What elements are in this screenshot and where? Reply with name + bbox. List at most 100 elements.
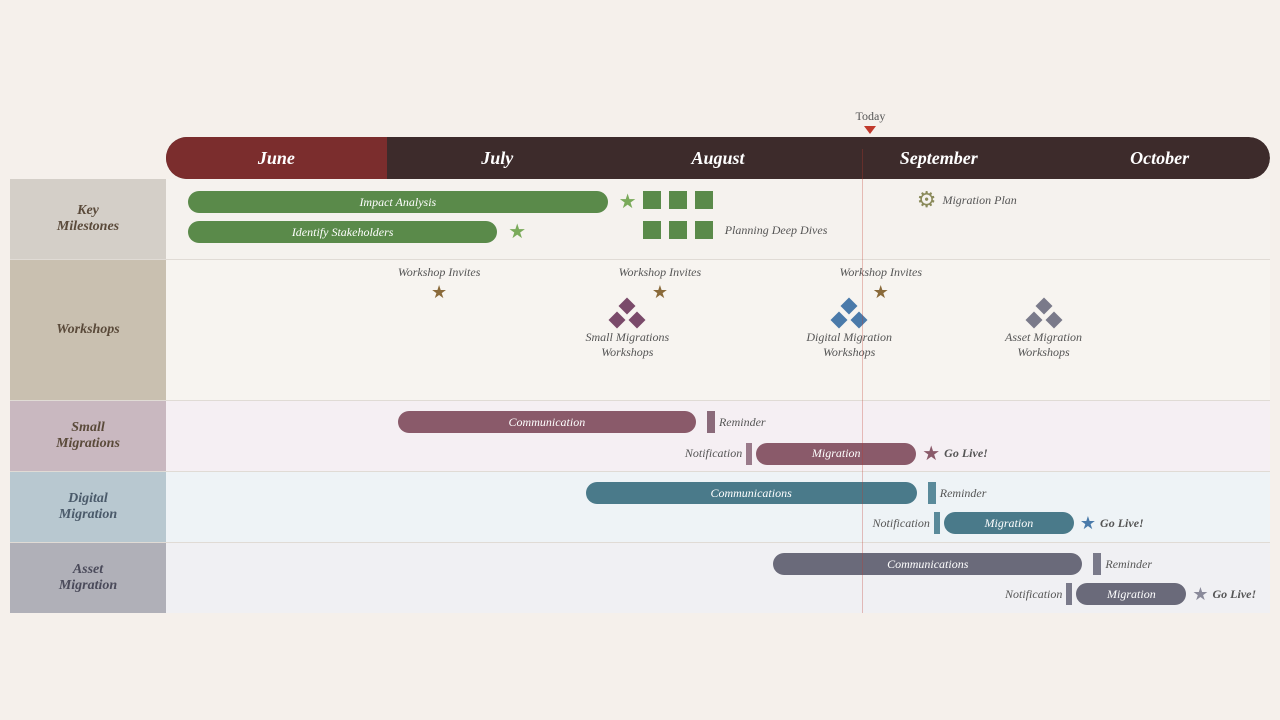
- digital-migration-workshops: Digital MigrationWorkshops: [806, 300, 892, 360]
- month-july: July: [387, 137, 608, 179]
- reminder-asset: Reminder: [1093, 553, 1152, 575]
- diamond-small-1: [619, 298, 636, 315]
- month-august: August: [608, 137, 829, 179]
- milestone-box-6: [695, 221, 713, 239]
- workshop-invites-aug-label: Workshop Invites: [619, 265, 702, 280]
- notification-small-label: Notification: [685, 446, 742, 461]
- month-october-label: October: [1130, 148, 1189, 169]
- migration-bar-small: Migration: [756, 443, 916, 465]
- small-migrations-workshops: Small MigrationsWorkshops: [586, 300, 670, 360]
- communication-bar: Communication: [398, 411, 696, 433]
- today-label: Today: [856, 109, 886, 124]
- notification-digital: Notification Migration ★ Go Live!: [873, 512, 1144, 534]
- digital-migration-content: Communications Reminder Notification Mig…: [166, 472, 1270, 542]
- workshop-invites-aug: Workshop Invites ★: [619, 265, 702, 303]
- go-live-star-digital: ★: [1080, 513, 1096, 534]
- planning-deep-dives-label: Planning Deep Dives: [725, 223, 828, 238]
- diamond-digital-1: [841, 298, 858, 315]
- milestone-box-5: [669, 221, 687, 239]
- aug-squares-2: Planning Deep Dives: [641, 221, 828, 239]
- row-digital-migration: DigitalMigration Communications Reminder…: [10, 472, 1270, 543]
- diamond-digital-3: [851, 312, 868, 329]
- go-live-label-digital: Go Live!: [1100, 516, 1144, 531]
- impact-analysis-bar: Impact Analysis: [188, 191, 608, 213]
- header-bar: June July August September October: [10, 137, 1270, 179]
- row-key-milestones: KeyMilestones Impact Analysis ★: [10, 179, 1270, 260]
- gantt-body: KeyMilestones Impact Analysis ★: [10, 179, 1270, 613]
- communications-bar-digital-bg: Communications: [586, 482, 917, 504]
- reminder-notch-digital: [928, 482, 936, 504]
- migration-bar-asset: Migration: [1076, 583, 1186, 605]
- small-migrations-workshops-label: Small MigrationsWorkshops: [586, 330, 670, 360]
- migration-label-small: Migration: [812, 446, 861, 461]
- workshop-invites-july-label: Workshop Invites: [398, 265, 481, 280]
- migration-bar-digital: Migration: [944, 512, 1074, 534]
- workshops-content: Workshop Invites ★ Workshop Invites ★ Wo…: [166, 260, 1270, 400]
- key-milestones-content: Impact Analysis ★ ⚙ Migration Plan: [166, 179, 1270, 259]
- communication-label: Communication: [509, 415, 586, 430]
- communications-bar-asset-bg: Communications: [773, 553, 1082, 575]
- notification-notch-asset: [1066, 583, 1072, 605]
- impact-analysis-bar-bg: Impact Analysis: [188, 191, 608, 213]
- month-september-label: September: [900, 148, 978, 169]
- go-live-label-asset: Go Live!: [1213, 587, 1257, 602]
- workshop-invite-star-aug: ★: [652, 282, 668, 302]
- notification-small: Notification Migration ★ Go Live!: [685, 441, 988, 466]
- notification-asset-label: Notification: [1005, 587, 1062, 602]
- notification-notch-digital: [934, 512, 940, 534]
- digital-migration-label: DigitalMigration: [10, 472, 166, 542]
- workshop-invites-sep-label: Workshop Invites: [839, 265, 922, 280]
- key-milestones-label: KeyMilestones: [10, 179, 166, 259]
- communications-bar-digital: Communications: [586, 482, 917, 504]
- asset-migration-workshops: Asset MigrationWorkshops: [1005, 300, 1082, 360]
- communications-label-digital: Communications: [710, 486, 791, 501]
- digital-migration-workshops-label: Digital MigrationWorkshops: [806, 330, 892, 360]
- workshop-invites-sep: Workshop Invites ★: [839, 265, 922, 303]
- reminder-notch-asset: [1093, 553, 1101, 575]
- diamond-small-2: [609, 312, 626, 329]
- month-october: October: [1049, 137, 1270, 179]
- row-asset-migration: AssetMigration Communications Reminder N…: [10, 543, 1270, 613]
- diamond-digital-2: [831, 312, 848, 329]
- asset-migration-label: AssetMigration: [10, 543, 166, 613]
- go-live-star-asset: ★: [1192, 584, 1208, 605]
- chart-wrapper: Today June July August September October: [10, 107, 1270, 613]
- impact-analysis-label: Impact Analysis: [359, 195, 436, 210]
- identify-stakeholders-bar: Identify Stakeholders: [188, 221, 497, 243]
- month-june-label: June: [258, 148, 295, 169]
- workshop-invite-star-sep: ★: [873, 282, 889, 302]
- today-marker: Today: [856, 109, 886, 134]
- header-label-col: [10, 137, 166, 179]
- diamond-asset-1: [1035, 298, 1052, 315]
- milestone-box-4: [643, 221, 661, 239]
- communications-label-asset: Communications: [887, 557, 968, 572]
- reminder-notch-small: [707, 411, 715, 433]
- asset-migration-workshops-label: Asset MigrationWorkshops: [1005, 330, 1082, 360]
- small-migrations-content: Communication Reminder Notification Migr…: [166, 401, 1270, 471]
- milestone-box-1: [643, 191, 661, 209]
- month-august-label: August: [691, 148, 744, 169]
- diamond-asset-3: [1045, 312, 1062, 329]
- reminder-small: Reminder: [707, 411, 766, 433]
- notification-asset: Notification Migration ★ Go Live!: [1005, 583, 1256, 605]
- migration-plan-gear: ⚙: [917, 187, 937, 213]
- reminder-digital: Reminder: [928, 482, 987, 504]
- row-workshops: Workshops Workshop Invites ★ Workshop In…: [10, 260, 1270, 401]
- milestone-box-3: [695, 191, 713, 209]
- workshops-label: Workshops: [10, 260, 166, 400]
- go-live-label-small: Go Live!: [944, 446, 988, 461]
- workshop-invite-star-july: ★: [431, 282, 447, 302]
- communication-bar-bg: Communication: [398, 411, 696, 433]
- month-july-label: July: [481, 148, 513, 169]
- small-migrations-label: SmallMigrations: [10, 401, 166, 471]
- migration-label-asset: Migration: [1107, 587, 1156, 602]
- diamond-small-3: [629, 312, 646, 329]
- reminder-asset-label: Reminder: [1105, 557, 1152, 572]
- row-small-migrations: SmallMigrations Communication Reminder N…: [10, 401, 1270, 472]
- today-arrow: [864, 126, 876, 134]
- identify-stakeholders-star: ★: [508, 219, 526, 244]
- migration-label-digital: Migration: [985, 516, 1034, 531]
- migration-plan-item: ⚙ Migration Plan: [917, 187, 1017, 213]
- communications-bar-asset: Communications: [773, 553, 1082, 575]
- go-live-star-small: ★: [922, 441, 940, 466]
